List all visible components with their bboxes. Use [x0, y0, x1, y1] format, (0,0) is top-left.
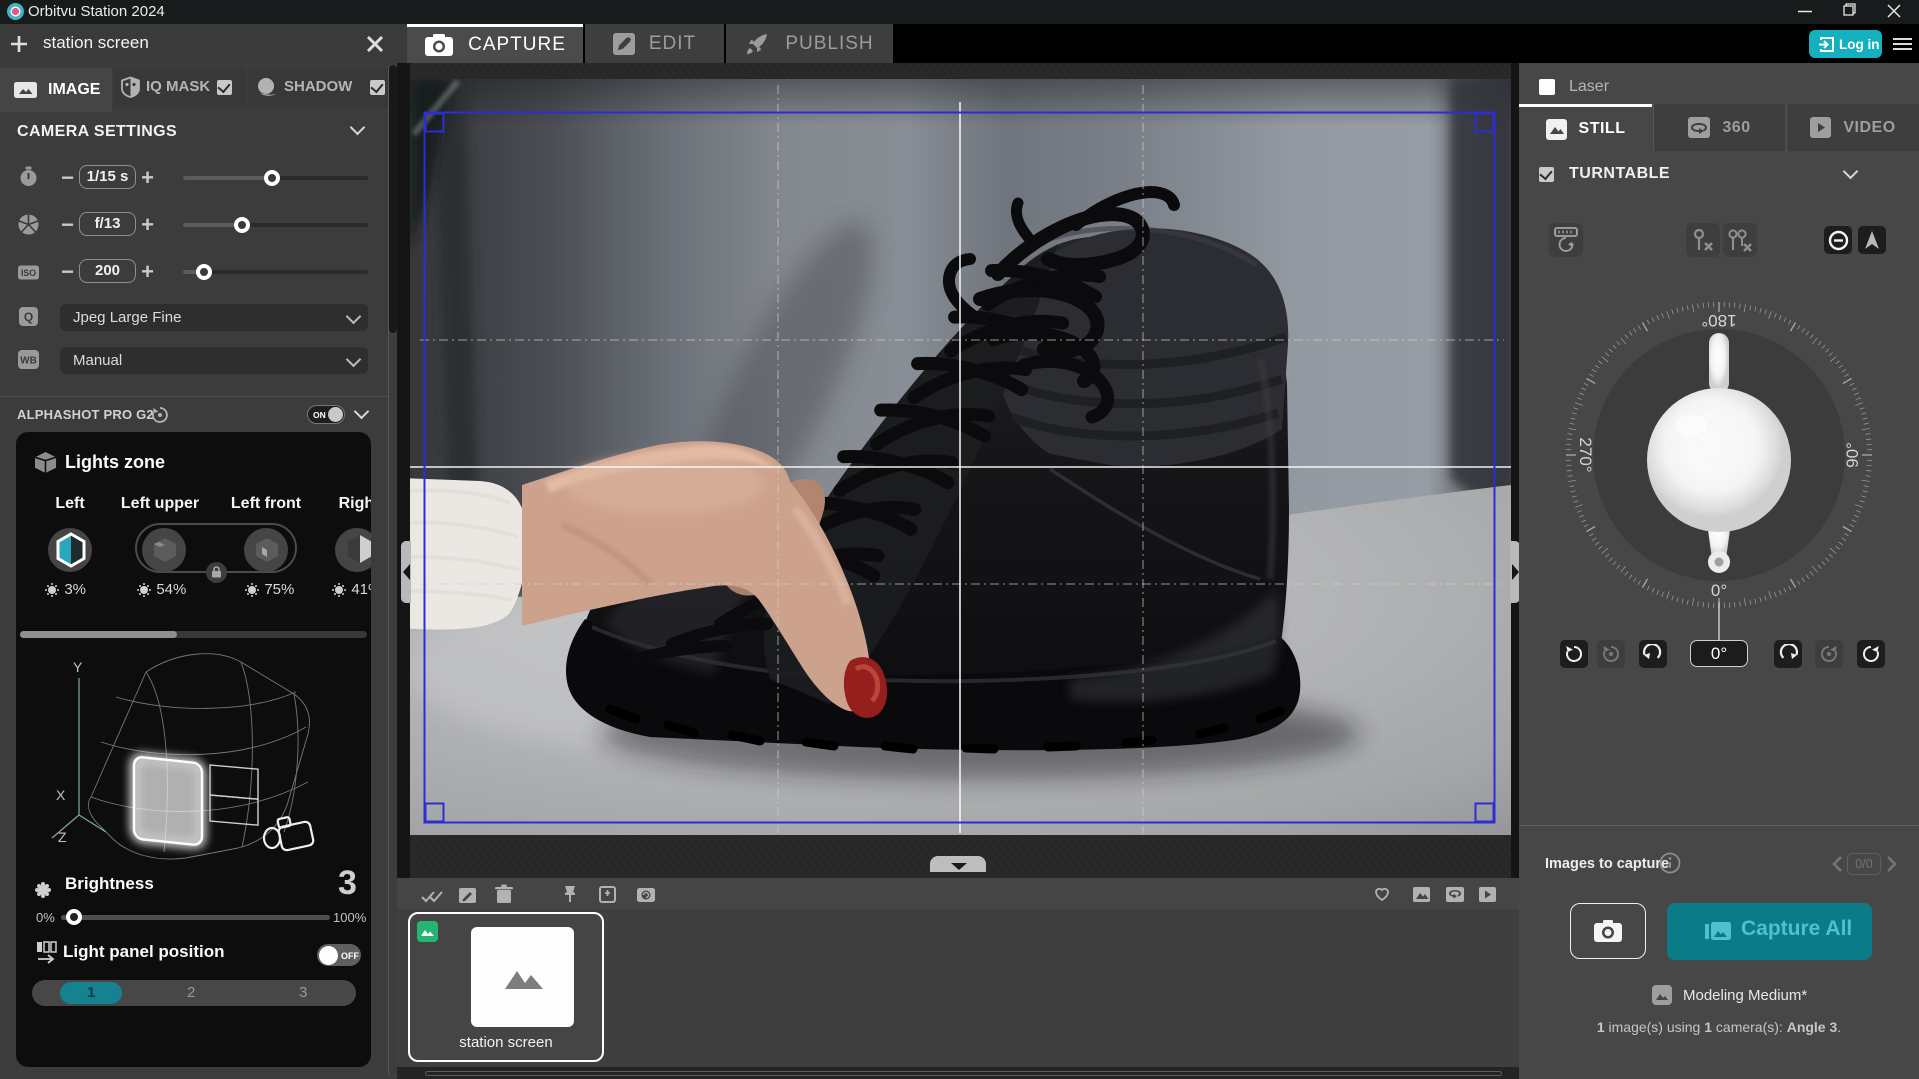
svg-text:Z: Z: [58, 829, 67, 845]
svg-text:ISO: ISO: [21, 268, 36, 278]
svg-text:90°: 90°: [1843, 442, 1862, 468]
svg-text:180°: 180°: [1701, 311, 1736, 330]
svg-text:0°: 0°: [1711, 581, 1727, 600]
svg-text:Y: Y: [73, 659, 83, 675]
svg-text:270°: 270°: [1576, 437, 1595, 472]
svg-text:Q: Q: [24, 310, 33, 324]
svg-text:WB: WB: [20, 356, 37, 367]
svg-text:X: X: [56, 787, 66, 803]
